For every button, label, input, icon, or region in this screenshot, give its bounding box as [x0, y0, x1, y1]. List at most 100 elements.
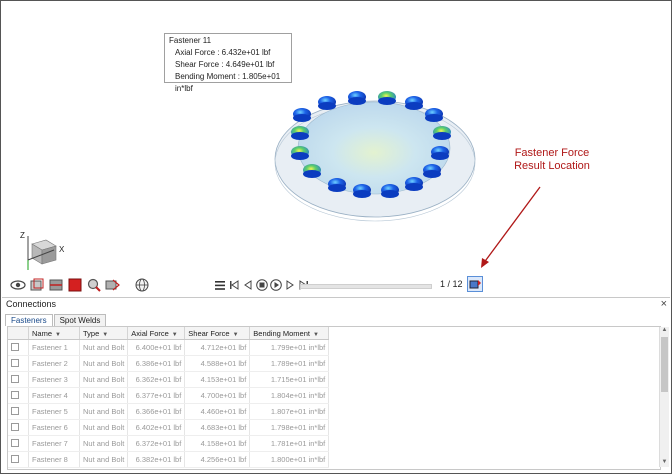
cell-name: Fastener 5 [28, 403, 80, 420]
row-checkbox[interactable] [11, 438, 19, 447]
table-row[interactable]: Fastener 7 Nut and Bolt 6.372e+01 lbf 4.… [8, 435, 330, 452]
column-header-name[interactable]: Name ▼ [28, 327, 80, 340]
scroll-down-icon[interactable]: ▼ [660, 459, 669, 467]
frame-slider[interactable] [300, 284, 432, 289]
fastener-tooltip: Fastener 11 Axial Force : 6.432e+01 lbf … [164, 33, 292, 93]
cell-shear: 4.683e+01 lbf [184, 419, 251, 436]
table-row[interactable]: Fastener 8 Nut and Bolt 6.382e+01 lbf 4.… [8, 451, 330, 468]
column-header-shear-force[interactable]: Shear Force ▼ [184, 327, 251, 340]
panel-title: Connections [6, 299, 57, 309]
model-viewport[interactable]: Fastener 11 Axial Force : 6.432e+01 lbf … [2, 2, 670, 296]
annotation-line-1: Fastener Force [514, 147, 590, 159]
row-checkbox[interactable] [11, 454, 19, 463]
table-row[interactable]: Fastener 6 Nut and Bolt 6.402e+01 lbf 4.… [8, 419, 330, 436]
cell-name: Fastener 7 [28, 435, 80, 452]
sort-icon: ▼ [55, 331, 61, 338]
row-checkbox[interactable] [11, 342, 19, 351]
menu-icon[interactable] [214, 279, 226, 291]
column-header-axial-force[interactable]: Axial Force ▼ [127, 327, 186, 340]
next-frame-icon[interactable] [284, 279, 296, 291]
tooltip-axial: Axial Force : 6.432e+01 lbf [175, 48, 271, 57]
cell-type: Nut and Bolt [79, 435, 129, 452]
cell-name: Fastener 8 [28, 451, 80, 468]
cell-axial: 6.362e+01 lbf [127, 371, 186, 388]
cell-shear: 4.158e+01 lbf [184, 435, 251, 452]
cell-axial: 6.382e+01 lbf [127, 451, 186, 468]
cell-name: Fastener 2 [28, 355, 80, 372]
cell-bending: 1.800e+01 in*lbf [249, 451, 330, 468]
cell-axial: 6.377e+01 lbf [127, 387, 186, 404]
cell-type: Nut and Bolt [79, 419, 129, 436]
cell-shear: 4.712e+01 lbf [184, 339, 251, 356]
sort-icon: ▼ [102, 331, 109, 338]
cell-axial: 6.372e+01 lbf [127, 435, 186, 452]
column-header-bending-moment[interactable]: Bending Moment ▼ [249, 327, 330, 340]
cell-name: Fastener 3 [28, 371, 80, 388]
cell-type: Nut and Bolt [79, 355, 129, 372]
wireframe-icon[interactable] [29, 277, 45, 293]
eye-icon[interactable] [10, 277, 26, 293]
connection-tabs: Fasteners Spot Welds [5, 314, 107, 326]
table-row[interactable]: Fastener 3 Nut and Bolt 6.362e+01 lbf 4.… [8, 371, 330, 388]
axis-z-label: Z [20, 231, 25, 240]
row-checkbox[interactable] [11, 406, 19, 415]
row-checkbox[interactable] [11, 374, 19, 383]
table-row[interactable]: Fastener 4 Nut and Bolt 6.377e+01 lbf 4.… [8, 387, 330, 404]
cell-axial: 6.402e+01 lbf [127, 419, 186, 436]
fastener-result-button[interactable] [467, 276, 483, 292]
cell-name: Fastener 1 [28, 339, 80, 356]
play-icon[interactable] [270, 279, 282, 291]
sort-icon: ▼ [232, 331, 239, 338]
tooltip-shear: Shear Force : 4.649e+01 lbf [175, 60, 275, 69]
row-checkbox[interactable] [11, 422, 19, 431]
view-cube-icon[interactable]: Z X [16, 230, 66, 276]
annotation-arrow [482, 186, 541, 265]
column-header-type[interactable]: Type ▼ [79, 327, 129, 340]
table-row[interactable]: Fastener 1 Nut and Bolt 6.400e+01 lbf 4.… [8, 339, 330, 356]
tooltip-title: Fastener 11 [169, 36, 212, 45]
vertical-scrollbar[interactable]: ▲ ▼ [659, 327, 669, 467]
annotation-line-2: Result Location [514, 160, 590, 172]
cell-shear: 4.460e+01 lbf [184, 403, 251, 420]
measure-icon[interactable] [105, 277, 121, 293]
cell-axial: 6.400e+01 lbf [127, 339, 186, 356]
sort-icon: ▼ [171, 331, 178, 338]
clip-icon[interactable] [48, 277, 64, 293]
prev-frame-icon[interactable] [242, 279, 254, 291]
annotation-label: Fastener Force Result Location [507, 147, 597, 173]
row-checkbox[interactable] [11, 358, 19, 367]
window-frame: Fastener 11 Axial Force : 6.432e+01 lbf … [0, 0, 672, 474]
cell-name: Fastener 4 [28, 387, 80, 404]
table-row[interactable]: Fastener 5 Nut and Bolt 6.366e+01 lbf 4.… [8, 403, 330, 420]
cell-bending: 1.789e+01 in*lbf [249, 355, 330, 372]
scroll-thumb[interactable] [661, 337, 668, 392]
cell-axial: 6.366e+01 lbf [127, 403, 186, 420]
cell-bending: 1.804e+01 in*lbf [249, 387, 330, 404]
tooltip-bending: Bending Moment : 1.805e+01 in*lbf [175, 72, 281, 93]
cell-bending: 1.715e+01 in*lbf [249, 371, 330, 388]
cell-type: Nut and Bolt [79, 403, 129, 420]
tab-spot-welds[interactable]: Spot Welds [53, 314, 107, 326]
zoom-icon[interactable] [86, 277, 102, 293]
sort-icon: ▼ [312, 331, 319, 338]
row-checkbox[interactable] [11, 390, 19, 399]
first-frame-icon[interactable] [228, 279, 240, 291]
fastener-table: Name ▼ Type ▼ Axial Force ▼ Shear Force ▼ Be… [7, 326, 661, 470]
stop-square-icon[interactable] [67, 277, 83, 293]
animation-controls [214, 278, 310, 292]
cell-bending: 1.807e+01 in*lbf [249, 403, 330, 420]
cell-name: Fastener 6 [28, 419, 80, 436]
scroll-up-icon[interactable]: ▲ [660, 327, 669, 335]
cell-type: Nut and Bolt [79, 371, 129, 388]
cell-bending: 1.798e+01 in*lbf [249, 419, 330, 436]
connections-panel-header: Connections × [2, 297, 670, 312]
table-row[interactable]: Fastener 2 Nut and Bolt 6.386e+01 lbf 4.… [8, 355, 330, 372]
stop-icon[interactable] [256, 279, 268, 291]
globe-icon[interactable] [134, 277, 150, 293]
tab-fasteners[interactable]: Fasteners [5, 314, 53, 326]
cell-bending: 1.799e+01 in*lbf [249, 339, 330, 356]
select-column-header [8, 327, 29, 340]
close-icon[interactable]: × [661, 298, 667, 310]
cell-bending: 1.781e+01 in*lbf [249, 435, 330, 452]
cell-shear: 4.256e+01 lbf [184, 451, 251, 468]
